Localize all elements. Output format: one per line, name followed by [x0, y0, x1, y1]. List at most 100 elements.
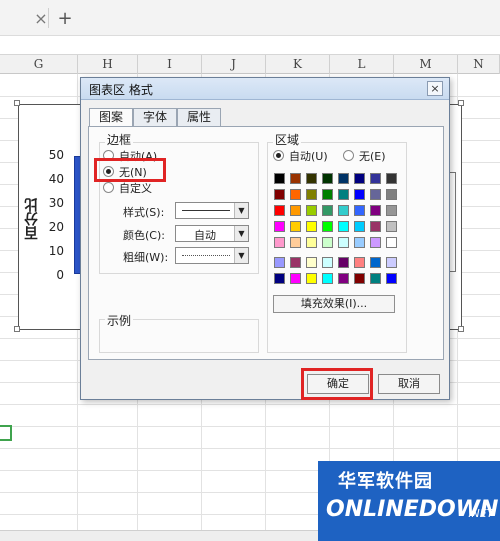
column-header-g[interactable]: G: [0, 55, 78, 74]
color-swatch[interactable]: [386, 237, 397, 248]
color-swatch[interactable]: [306, 257, 317, 268]
color-swatch[interactable]: [338, 173, 349, 184]
color-swatch[interactable]: [306, 173, 317, 184]
color-swatch[interactable]: [322, 257, 333, 268]
color-swatch[interactable]: [322, 221, 333, 232]
color-swatch[interactable]: [354, 189, 365, 200]
color-swatch[interactable]: [386, 273, 397, 284]
color-swatch[interactable]: [306, 273, 317, 284]
color-swatch[interactable]: [274, 173, 285, 184]
active-cell-indicator: [0, 425, 12, 441]
chevron-down-icon[interactable]: ▼: [234, 203, 248, 218]
color-swatch[interactable]: [322, 173, 333, 184]
color-swatch[interactable]: [306, 205, 317, 216]
color-swatch[interactable]: [338, 205, 349, 216]
color-swatch[interactable]: [274, 221, 285, 232]
format-chart-area-dialog: 图表区 格式 × 图案 字体 属性 边框 自动(A) 无(N) 自定义 样式(S…: [80, 77, 450, 400]
chevron-down-icon[interactable]: ▼: [234, 226, 248, 241]
column-header-n[interactable]: N: [458, 55, 500, 74]
color-swatch[interactable]: [338, 189, 349, 200]
color-swatch[interactable]: [338, 237, 349, 248]
color-swatch[interactable]: [290, 237, 301, 248]
color-swatch[interactable]: [290, 273, 301, 284]
area-auto-label[interactable]: 自动(U): [289, 148, 328, 164]
color-select[interactable]: 自动 ▼: [175, 225, 249, 242]
fill-effects-button[interactable]: 填充效果(I)...: [273, 295, 395, 313]
resize-handle[interactable]: [14, 326, 20, 332]
color-swatch[interactable]: [354, 173, 365, 184]
color-swatch[interactable]: [338, 221, 349, 232]
color-swatch[interactable]: [274, 205, 285, 216]
resize-handle[interactable]: [458, 100, 464, 106]
y-tick-label: 50: [48, 148, 64, 162]
color-swatch[interactable]: [386, 257, 397, 268]
color-swatch[interactable]: [274, 257, 285, 268]
color-swatch[interactable]: [370, 173, 381, 184]
sample-label: 示例: [105, 312, 134, 329]
color-swatch[interactable]: [290, 189, 301, 200]
resize-handle[interactable]: [458, 326, 464, 332]
close-icon[interactable]: ×: [427, 81, 443, 96]
color-swatch[interactable]: [338, 273, 349, 284]
color-swatch[interactable]: [322, 237, 333, 248]
color-swatch[interactable]: [354, 257, 365, 268]
area-none-label[interactable]: 无(E): [359, 148, 386, 164]
weight-select[interactable]: ▼: [175, 247, 249, 264]
color-swatch[interactable]: [354, 221, 365, 232]
border-custom-label[interactable]: 自定义: [119, 180, 152, 196]
tab-properties[interactable]: 属性: [177, 108, 221, 126]
tab-divider: [48, 8, 49, 28]
horizontal-scrollbar[interactable]: [0, 530, 320, 541]
column-header-i[interactable]: I: [138, 55, 202, 74]
color-swatch[interactable]: [306, 237, 317, 248]
color-swatch[interactable]: [354, 273, 365, 284]
color-swatch[interactable]: [370, 237, 381, 248]
color-swatch[interactable]: [306, 221, 317, 232]
column-header-j[interactable]: J: [202, 55, 266, 74]
y-tick-label: 20: [48, 220, 64, 234]
y-tick-label: 10: [48, 244, 64, 258]
column-header-h[interactable]: H: [78, 55, 138, 74]
color-swatch[interactable]: [354, 205, 365, 216]
color-swatch[interactable]: [386, 189, 397, 200]
color-swatch[interactable]: [290, 257, 301, 268]
color-swatch[interactable]: [290, 221, 301, 232]
color-swatch[interactable]: [354, 237, 365, 248]
column-header-k[interactable]: K: [266, 55, 330, 74]
color-swatch[interactable]: [322, 273, 333, 284]
color-swatch[interactable]: [290, 173, 301, 184]
tab-pattern[interactable]: 图案: [89, 108, 133, 127]
column-header-l[interactable]: L: [330, 55, 394, 74]
chevron-down-icon[interactable]: ▼: [234, 248, 248, 263]
color-swatch[interactable]: [370, 189, 381, 200]
color-swatch[interactable]: [274, 237, 285, 248]
column-header: G H I J K L M N: [0, 54, 500, 74]
style-select[interactable]: ▼: [175, 202, 249, 219]
color-swatch[interactable]: [322, 189, 333, 200]
color-swatch[interactable]: [386, 173, 397, 184]
color-swatch[interactable]: [370, 221, 381, 232]
y-tick-label: 30: [48, 196, 64, 210]
cancel-button[interactable]: 取消: [378, 374, 440, 394]
color-swatch[interactable]: [274, 189, 285, 200]
area-auto-radio[interactable]: [273, 150, 284, 161]
color-swatch[interactable]: [370, 205, 381, 216]
dialog-title-bar[interactable]: 图表区 格式 ×: [81, 78, 449, 100]
color-swatch[interactable]: [386, 205, 397, 216]
watermark-cn: 华军软件园: [338, 471, 433, 492]
color-swatch[interactable]: [322, 205, 333, 216]
color-swatch[interactable]: [306, 189, 317, 200]
border-custom-radio[interactable]: [103, 182, 114, 193]
resize-handle[interactable]: [14, 100, 20, 106]
area-none-radio[interactable]: [343, 150, 354, 161]
color-swatch[interactable]: [386, 221, 397, 232]
color-swatch[interactable]: [290, 205, 301, 216]
tab-font[interactable]: 字体: [133, 108, 177, 126]
color-swatch[interactable]: [274, 273, 285, 284]
color-swatch[interactable]: [370, 257, 381, 268]
color-label: 颜色(C):: [123, 229, 165, 242]
add-tab-icon[interactable]: +: [54, 8, 76, 30]
column-header-m[interactable]: M: [394, 55, 458, 74]
color-swatch[interactable]: [338, 257, 349, 268]
color-swatch[interactable]: [370, 273, 381, 284]
